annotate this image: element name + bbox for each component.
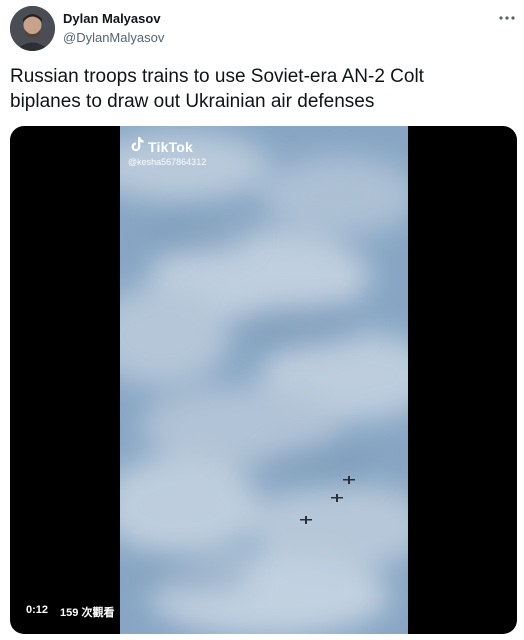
video-player[interactable]: TikTok @kesha567864312 0:12 159 次觀看 — [10, 126, 517, 634]
tweet-text: Russian troops trains to use Soviet-era … — [10, 66, 424, 112]
aircraft-2 — [331, 494, 343, 502]
more-icon — [498, 8, 516, 26]
video-frame[interactable]: TikTok @kesha567864312 — [120, 126, 408, 634]
avatar[interactable] — [10, 6, 55, 51]
sky-background — [120, 126, 408, 634]
tiktok-note-icon — [130, 136, 144, 157]
tiktok-watermark: TikTok — [130, 136, 193, 157]
video-timestamp: 0:12 — [22, 602, 53, 622]
author-display-name[interactable]: Dylan Malyasov — [63, 11, 161, 26]
tweet-header: Dylan Malyasov @DylanMalyasov — [0, 0, 524, 60]
aircraft-1 — [343, 476, 355, 484]
author-handle[interactable]: @DylanMalyasov — [63, 30, 164, 45]
tiktok-username: @kesha567864312 — [128, 157, 207, 167]
video-overlay: 0:12 159 次觀看 — [22, 602, 119, 622]
tiktok-brand-text: TikTok — [148, 138, 194, 155]
video-view-count: 159 次觀看 — [56, 602, 119, 622]
aircraft-3 — [300, 516, 312, 524]
more-options-button[interactable] — [496, 6, 518, 28]
